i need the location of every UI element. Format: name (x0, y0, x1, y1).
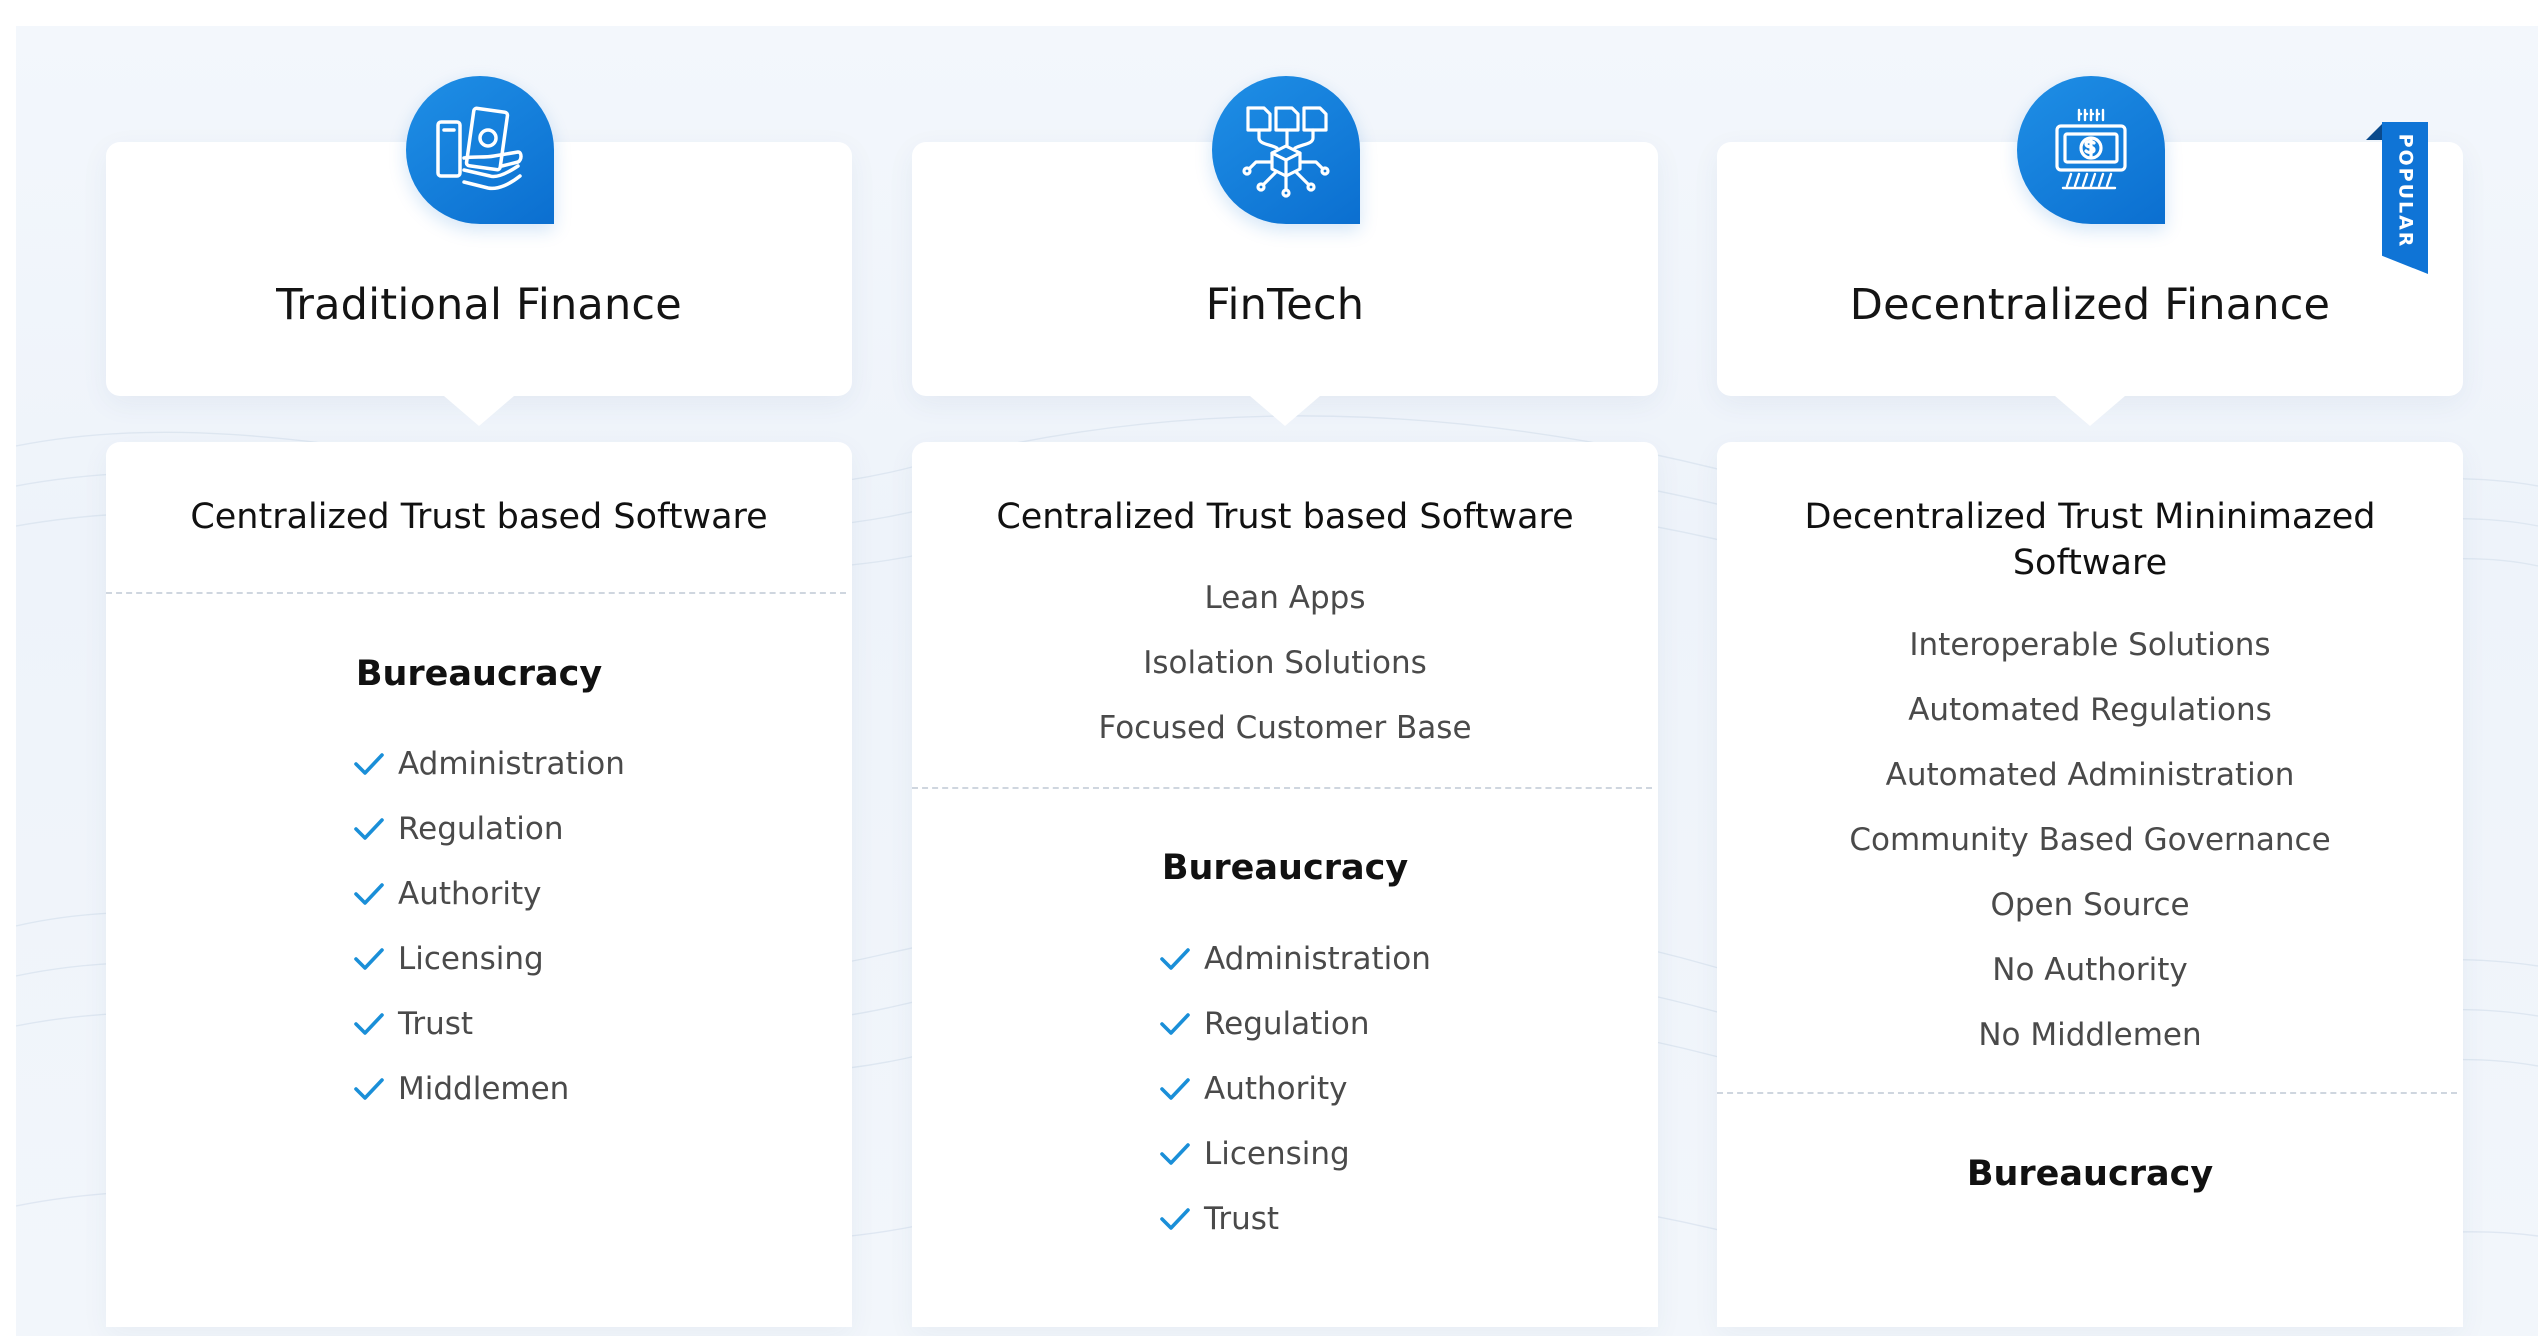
check-item-label: Trust (398, 1006, 474, 1042)
check-list-item: Trust (1158, 1198, 1279, 1240)
feature-item: Isolation Solutions (1143, 645, 1427, 681)
check-icon (354, 1078, 384, 1100)
check-icon (1160, 1078, 1190, 1100)
feature-item: Interoperable Solutions (1909, 627, 2271, 663)
column-title: Decentralized Finance (1849, 280, 2331, 330)
check-item-label: Administration (398, 746, 625, 782)
check-icon (354, 1013, 384, 1035)
feature-item: Focused Customer Base (1098, 710, 1472, 746)
popular-ribbon-label: POPULAR (2382, 133, 2428, 249)
feature-item: Lean Apps (1204, 580, 1366, 616)
check-list-item: Middlemen (352, 1068, 569, 1110)
check-list-item: Authority (1158, 1068, 1347, 1110)
feature-item: Automated Administration (1885, 757, 2295, 793)
check-icon (354, 883, 384, 905)
check-item-label: Regulation (1204, 1006, 1370, 1042)
column-subtitle: Centralized Trust based Software (996, 497, 1574, 537)
ribbon-label: POPULAR (2394, 133, 2416, 249)
divider (1717, 1092, 2457, 1094)
check-list-item: Authority (352, 873, 541, 915)
decentralized-finance-details-card: Decentralized Trust Mininimazed Software… (1717, 442, 2463, 1327)
bureaucracy-title: Bureaucracy (355, 654, 603, 694)
feature-item: No Middlemen (1978, 1017, 2202, 1053)
column-subtitle: Decentralized Trust Mininimazed Software (1804, 497, 2376, 583)
traditional-finance-details-card: Centralized Trust based Software Bureauc… (106, 442, 852, 1327)
check-item-label: Regulation (398, 811, 564, 847)
check-list-item: Administration (352, 743, 625, 785)
check-list-item: Trust (352, 1003, 473, 1045)
check-icon (1160, 948, 1190, 970)
check-item-label: Trust (1204, 1201, 1280, 1237)
column-title: Traditional Finance (276, 280, 682, 330)
divider (912, 787, 1652, 789)
check-icon (1160, 1013, 1190, 1035)
feature-item: Automated Regulations (1908, 692, 2272, 728)
check-list-item: Regulation (1158, 1003, 1370, 1045)
feature-item: No Authority (1992, 952, 2188, 988)
check-icon (1160, 1143, 1190, 1165)
check-list-item: Administration (1158, 938, 1431, 980)
check-item-label: Middlemen (398, 1071, 570, 1107)
column-subtitle: Centralized Trust based Software (190, 497, 768, 537)
check-icon (354, 818, 384, 840)
check-item-label: Authority (398, 876, 542, 912)
finance-comparison-page: Traditional Finance Centralized Trust ba… (0, 0, 2538, 1336)
divider (106, 592, 846, 594)
check-item-label: Authority (1204, 1071, 1348, 1107)
check-item-label: Licensing (1204, 1136, 1350, 1172)
fintech-details-card: Centralized Trust based Software Lean Ap… (912, 442, 1658, 1327)
check-icon (354, 948, 384, 970)
feature-item: Community Based Governance (1849, 822, 2331, 858)
network-documents-icon (1212, 76, 1360, 224)
check-list-item: Licensing (352, 938, 544, 980)
check-item-label: Administration (1204, 941, 1431, 977)
check-icon (1160, 1208, 1190, 1230)
bureaucracy-title: Bureaucracy (1161, 848, 1409, 888)
check-list-item: Licensing (1158, 1133, 1350, 1175)
bureaucracy-title: Bureaucracy (1966, 1154, 2214, 1194)
feature-item: Open Source (1990, 887, 2190, 923)
crypto-chip-icon (2017, 76, 2165, 224)
check-list-item: Regulation (352, 808, 564, 850)
check-icon (354, 753, 384, 775)
column-title: FinTech (1205, 280, 1365, 330)
money-hand-icon (406, 76, 554, 224)
check-item-label: Licensing (398, 941, 544, 977)
